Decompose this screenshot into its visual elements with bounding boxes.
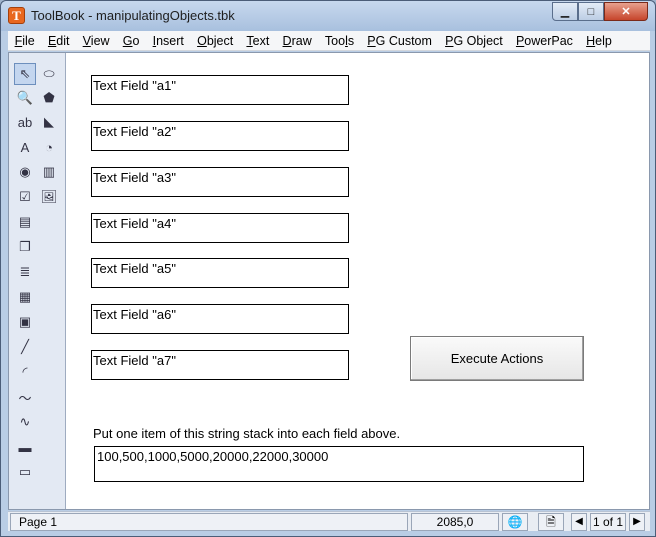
menu-insert[interactable]: Insert: [146, 34, 190, 48]
text-tool-icon[interactable]: A: [14, 136, 36, 158]
tool-palette: ⇖ ⬭ 🔍 ⬟ ab ◣ A ◔ ◉ ▥ ☑ 🖼 ▤ ❐ ≣ ▦ ▣ ╱ ◜ 〜 ∿ ▬ ▭: [9, 53, 66, 509]
menu-pg-object[interactable]: PG Object: [439, 34, 510, 48]
radio-button-tool-icon[interactable]: ◉: [14, 161, 36, 183]
window-title: ToolBook - manipulatingObjects.tbk: [31, 8, 235, 23]
checkbox-tool-icon[interactable]: ☑: [14, 186, 36, 208]
string-stack-field[interactable]: 100,500,1000,5000,20000,22000,30000: [94, 446, 584, 482]
document-icon[interactable]: 🗎: [538, 513, 564, 531]
field-tool-icon[interactable]: ab: [14, 111, 36, 133]
close-button[interactable]: ✕: [604, 2, 648, 21]
rectangle-tool-icon[interactable]: ▬: [14, 436, 36, 458]
paragraph-tool-icon[interactable]: ≣: [14, 261, 36, 283]
next-page-icon[interactable]: ▶: [629, 513, 645, 531]
text-field-a6[interactable]: Text Field "a6": [91, 304, 349, 334]
freehand-tool-icon[interactable]: ∿: [14, 411, 36, 433]
status-page-count: 1 of 1: [590, 513, 626, 531]
menu-draw[interactable]: Draw: [276, 34, 318, 48]
menu-view[interactable]: View: [76, 34, 116, 48]
polyline-tool-icon[interactable]: 〜: [14, 386, 36, 408]
text-field-a2[interactable]: Text Field "a2": [91, 121, 349, 151]
text-field-a3[interactable]: Text Field "a3": [91, 167, 349, 197]
menu-powerpac[interactable]: PowerPac: [509, 34, 579, 48]
text-field-a1[interactable]: Text Field "a1": [91, 75, 349, 105]
rounded-rect-tool-icon[interactable]: ▭: [14, 461, 36, 483]
page-canvas[interactable]: Text Field "a1" Text Field "a2" Text Fie…: [67, 53, 649, 509]
menu-help[interactable]: Help: [580, 34, 619, 48]
menu-file[interactable]: File: [8, 34, 41, 48]
zoom-tool-icon[interactable]: 🔍: [14, 87, 36, 109]
hotword-tool-icon[interactable]: ▦: [14, 286, 36, 308]
polygon-tool-icon[interactable]: ⬟: [38, 87, 60, 109]
arc-tool-icon[interactable]: ◔: [38, 136, 60, 158]
text-field-a7[interactable]: Text Field "a7": [91, 350, 349, 380]
status-page: Page 1: [10, 513, 408, 531]
video-tool-icon[interactable]: ▥: [38, 161, 60, 183]
instruction-label: Put one item of this string stack into e…: [93, 426, 401, 441]
text-field-a4[interactable]: Text Field "a4": [91, 213, 349, 243]
minimize-button[interactable]: ▁: [552, 2, 578, 21]
menu-tools[interactable]: Tools: [318, 34, 360, 48]
close-icon: ✕: [621, 6, 631, 18]
window-controls: ▁ □ ✕: [552, 2, 648, 21]
menu-edit[interactable]: Edit: [41, 34, 76, 48]
previous-page-icon[interactable]: ◀: [571, 513, 587, 531]
title-bar[interactable]: T ToolBook - manipulatingObjects.tbk ▁ □…: [1, 1, 655, 31]
picture-tool-icon[interactable]: 🖼: [38, 186, 60, 208]
minimize-icon: ▁: [560, 6, 570, 18]
app-window: T ToolBook - manipulatingObjects.tbk ▁ □…: [0, 0, 656, 537]
pie-tool-icon[interactable]: ◣: [38, 111, 60, 133]
listbox-tool-icon[interactable]: ▤: [14, 211, 36, 233]
menu-pg-custom[interactable]: PG Custom: [361, 34, 439, 48]
ellipse-tool-icon[interactable]: ⬭: [38, 63, 60, 85]
curve-tool-icon[interactable]: ◜: [14, 361, 36, 383]
maximize-button[interactable]: □: [578, 2, 604, 21]
scrolling-field-tool-icon[interactable]: ▣: [14, 311, 36, 333]
combobox-tool-icon[interactable]: ❐: [14, 236, 36, 258]
book-client-area: ⇖ ⬭ 🔍 ⬟ ab ◣ A ◔ ◉ ▥ ☑ 🖼 ▤ ❐ ≣ ▦ ▣ ╱ ◜ 〜 ∿ ▬ ▭ Text Field "a1"…: [8, 52, 650, 510]
menu-go[interactable]: Go: [116, 34, 146, 48]
pointer-tool-icon[interactable]: ⇖: [14, 63, 36, 85]
text-field-a5[interactable]: Text Field "a5": [91, 258, 349, 288]
menu-text[interactable]: Text: [240, 34, 276, 48]
menu-bar: File Edit View Go Insert Object Text Draw Tools P…: [8, 31, 650, 51]
line-tool-icon[interactable]: ╱: [14, 336, 36, 358]
maximize-icon: □: [587, 5, 595, 18]
execute-actions-button[interactable]: Execute Actions: [410, 336, 584, 381]
status-bar: Page 1 2085,0 🌐 🗎 ◀ 1 of 1 ▶: [8, 511, 650, 531]
status-coordinates: 2085,0: [411, 513, 499, 531]
globe-icon[interactable]: 🌐: [502, 513, 528, 531]
menu-object[interactable]: Object: [191, 34, 240, 48]
toolbook-app-icon[interactable]: T: [8, 7, 25, 24]
